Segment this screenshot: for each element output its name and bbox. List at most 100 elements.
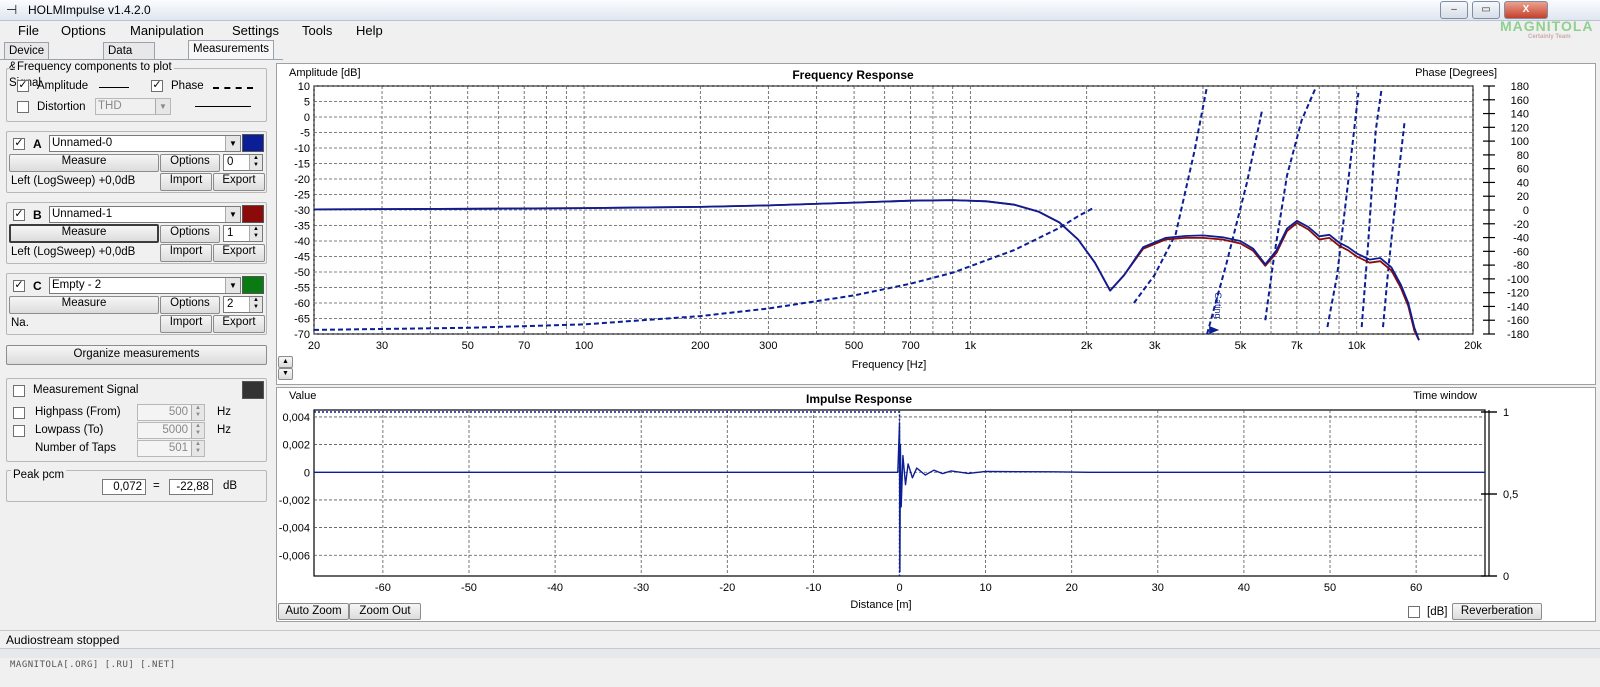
measure-c-button[interactable]: Measure bbox=[9, 296, 159, 314]
measurement-b-color-swatch[interactable] bbox=[242, 205, 264, 223]
tab-data-analysis[interactable]: Data analysis bbox=[103, 42, 155, 73]
measurement-signal-group: Measurement Signal Highpass (From) 500 ▲ ▼… bbox=[6, 378, 267, 462]
freq-ytick-label: -50 bbox=[294, 267, 310, 279]
distortion-line-sample bbox=[195, 106, 251, 107]
distortion-select[interactable]: THD ▼ bbox=[95, 98, 171, 115]
measure-b-button[interactable]: Measure bbox=[9, 224, 159, 243]
import-c-button[interactable]: Import bbox=[160, 315, 212, 333]
maximize-button[interactable]: ▭ bbox=[1472, 1, 1500, 19]
menu-tools[interactable]: Tools bbox=[302, 23, 332, 38]
freq-y2tick-label: 60 bbox=[1517, 164, 1529, 176]
menu-help[interactable]: Help bbox=[356, 23, 383, 38]
import-b-button[interactable]: Import bbox=[160, 244, 212, 262]
measurement-a-color-swatch[interactable] bbox=[242, 134, 264, 152]
freq-ytick-label: -45 bbox=[294, 252, 310, 264]
highpass-value: 500 bbox=[168, 406, 188, 418]
tab-device-signal[interactable]: Device & Signal bbox=[4, 42, 50, 89]
spin-arrows-icon[interactable]: ▲ ▼ bbox=[249, 297, 262, 312]
freq-y2tick-label: 40 bbox=[1517, 177, 1529, 189]
reverberation-button[interactable]: Reverberation bbox=[1452, 603, 1542, 620]
zoom-out-button[interactable]: Zoom Out bbox=[349, 603, 421, 620]
freq-xtick-label: 20k bbox=[1464, 340, 1482, 352]
scroll-down-button[interactable]: ▼ bbox=[278, 368, 293, 380]
export-a-button[interactable]: Export bbox=[213, 173, 265, 191]
lowpass-stepper[interactable]: 5000 ▲ ▼ bbox=[137, 422, 205, 439]
imp-ylabel: Value bbox=[289, 390, 316, 402]
peak-db-unit: dB bbox=[223, 480, 238, 492]
frequency-response-chart[interactable]: Amplitude [dB] Frequency Response Phase … bbox=[277, 64, 1595, 384]
measurement-c-index[interactable]: 2 ▲ ▼ bbox=[223, 296, 263, 313]
freq-ytick-label: -35 bbox=[294, 221, 310, 233]
options-b-button[interactable]: Options bbox=[160, 225, 220, 243]
freq-xtick-label: 3k bbox=[1149, 340, 1161, 352]
measurement-c-checkbox[interactable]: ✓ bbox=[13, 280, 25, 292]
distortion-checkbox[interactable] bbox=[17, 101, 29, 113]
imp-xtick-label: -50 bbox=[461, 582, 477, 594]
freq-ylabel: Amplitude [dB] bbox=[289, 67, 361, 79]
freq-ytick-label: -65 bbox=[294, 314, 310, 326]
freq-xtick-label: 7k bbox=[1291, 340, 1303, 352]
export-c-button[interactable]: Export bbox=[213, 315, 265, 333]
menu-file[interactable]: File bbox=[18, 23, 39, 38]
freq-y2tick-label: -60 bbox=[1513, 246, 1529, 258]
impulse-response-chart[interactable]: Value Impulse Response Time window Dista… bbox=[277, 388, 1595, 621]
close-button[interactable]: X bbox=[1504, 1, 1548, 19]
spin-arrows-icon[interactable]: ▲ ▼ bbox=[249, 155, 262, 170]
measurement-b-index[interactable]: 1 ▲ ▼ bbox=[223, 225, 263, 242]
freq-ytick-label: 0 bbox=[304, 112, 310, 124]
freq-xtick-label: 2k bbox=[1081, 340, 1093, 352]
spin-arrows-icon[interactable]: ▲ ▼ bbox=[191, 405, 204, 420]
options-a-button[interactable]: Options bbox=[160, 154, 220, 172]
signal-color-swatch[interactable] bbox=[242, 381, 264, 399]
chevron-down-icon: ▼ bbox=[225, 136, 240, 151]
freq-xtick-label: 10k bbox=[1348, 340, 1366, 352]
freq-y2tick-label: 80 bbox=[1517, 150, 1529, 162]
freq-y2label: Phase [Degrees] bbox=[1415, 67, 1497, 79]
freq-xtick-label: 70 bbox=[518, 340, 530, 352]
organize-measurements-button[interactable]: Organize measurements bbox=[6, 345, 267, 365]
measurement-signal-checkbox[interactable] bbox=[13, 385, 25, 397]
spin-arrows-icon[interactable]: ▲ ▼ bbox=[191, 423, 204, 438]
measurement-a-source: Left (LogSweep) +0,0dB bbox=[11, 175, 136, 187]
spin-arrows-icon[interactable]: ▲ ▼ bbox=[191, 441, 204, 456]
measurement-a-select[interactable]: Unnamed-0 ▼ bbox=[49, 135, 241, 152]
measurement-c-index-value: 2 bbox=[227, 298, 234, 310]
imp-y2tick-label: 1 bbox=[1503, 407, 1509, 419]
taps-stepper[interactable]: 501 ▲ ▼ bbox=[137, 440, 205, 457]
freq-ytick-label: -20 bbox=[294, 174, 310, 186]
imp-xtick-label: 40 bbox=[1238, 582, 1250, 594]
tab-measurements[interactable]: Measurements bbox=[188, 40, 275, 60]
measure-a-button[interactable]: Measure bbox=[9, 154, 159, 172]
menu-settings[interactable]: Settings bbox=[232, 23, 279, 38]
import-a-button[interactable]: Import bbox=[160, 173, 212, 191]
frequency-response-panel: Amplitude [dB] Frequency Response Phase … bbox=[276, 63, 1596, 385]
imp-y2label: Time window bbox=[1413, 390, 1477, 402]
measurement-c-color-swatch[interactable] bbox=[242, 276, 264, 294]
spin-arrows-icon[interactable]: ▲ ▼ bbox=[249, 226, 262, 241]
db-checkbox[interactable] bbox=[1408, 606, 1420, 618]
measurement-b-checkbox[interactable]: ✓ bbox=[13, 209, 25, 221]
highpass-checkbox[interactable] bbox=[13, 407, 25, 419]
minimize-button[interactable]: – bbox=[1440, 1, 1468, 19]
measurement-c-source: Na. bbox=[11, 317, 29, 329]
auto-zoom-button[interactable]: Auto Zoom bbox=[278, 603, 349, 620]
freq-xtick-label: 30 bbox=[376, 340, 388, 352]
amplitude-checkbox[interactable]: ✓ bbox=[17, 80, 29, 92]
options-c-button[interactable]: Options bbox=[160, 296, 220, 314]
scroll-up-button[interactable]: ▲ bbox=[278, 356, 293, 368]
distortion-label: Distortion bbox=[37, 101, 86, 113]
imp-xtick-label: 20 bbox=[1066, 582, 1078, 594]
imp-xtick-label: 50 bbox=[1324, 582, 1336, 594]
measurement-a-checkbox[interactable]: ✓ bbox=[13, 138, 25, 150]
freq-ytick-label: -25 bbox=[294, 190, 310, 202]
measurement-b-select[interactable]: Unnamed-1 ▼ bbox=[49, 206, 241, 223]
highpass-stepper[interactable]: 500 ▲ ▼ bbox=[137, 404, 205, 421]
freq-xtick-label: 100 bbox=[575, 340, 593, 352]
menu-manipulation[interactable]: Manipulation bbox=[130, 23, 204, 38]
export-b-button[interactable]: Export bbox=[213, 244, 265, 262]
measurement-c-select[interactable]: Empty - 2 ▼ bbox=[49, 277, 241, 294]
lowpass-checkbox[interactable] bbox=[13, 425, 25, 437]
menu-options[interactable]: Options bbox=[61, 23, 106, 38]
phase-checkbox[interactable]: ✓ bbox=[151, 80, 163, 92]
measurement-a-index[interactable]: 0 ▲ ▼ bbox=[223, 154, 263, 171]
